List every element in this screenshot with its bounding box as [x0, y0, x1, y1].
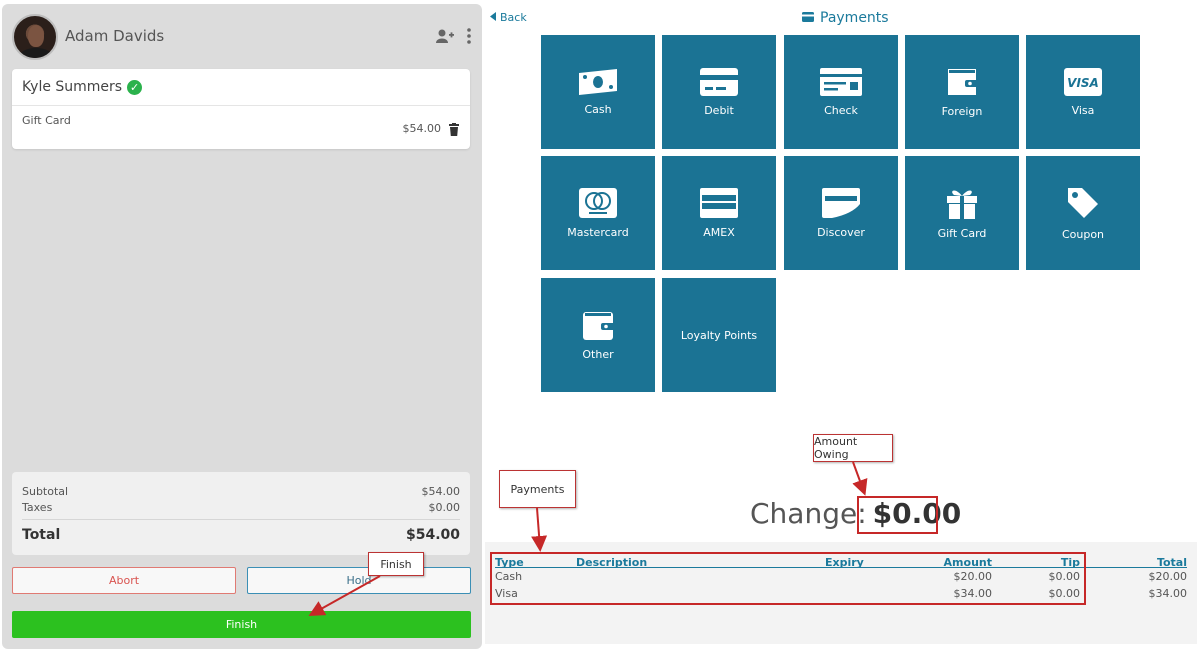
back-link[interactable]: Back — [490, 11, 527, 24]
payment-tile-label: Discover — [817, 225, 865, 239]
annotation-amount-owing: Amount Owing — [813, 434, 893, 462]
cell-total: $34.00 — [1148, 587, 1188, 600]
visa-icon: VISA — [1064, 67, 1102, 96]
caret-left-icon — [490, 11, 496, 24]
debit-card-icon — [700, 67, 738, 96]
payment-tile-loyalty-points[interactable]: Loyalty Points — [662, 278, 776, 392]
discover-icon — [822, 187, 860, 218]
payment-tile-debit[interactable]: Debit — [662, 35, 776, 149]
abort-button[interactable]: Abort — [12, 567, 236, 594]
customer-card: Kyle Summers ✓ Gift Card $54.00 — [12, 69, 470, 149]
subtotal-label: Subtotal — [22, 485, 69, 498]
payment-tile-label: Foreign — [941, 104, 983, 118]
money-icon — [579, 68, 617, 95]
add-user-icon[interactable] — [436, 28, 454, 48]
user-name: Adam Davids — [65, 27, 165, 45]
divider — [22, 519, 460, 520]
customer-name-row[interactable]: Kyle Summers ✓ — [22, 79, 143, 95]
annotation-highlight-change — [857, 496, 938, 534]
table-row[interactable]: Visa $34.00 $0.00 $34.00 — [495, 585, 1187, 602]
cell-total: $20.00 — [1148, 570, 1188, 583]
back-label: Back — [500, 11, 527, 24]
wallet-icon — [948, 68, 979, 95]
verified-check-icon: ✓ — [127, 79, 143, 95]
subtotal-value: $54.00 — [421, 485, 461, 498]
payment-tile-check[interactable]: Check — [784, 35, 898, 149]
payment-tile-foreign[interactable]: Foreign — [905, 35, 1019, 149]
divider — [12, 105, 470, 106]
annotation-arrow — [852, 461, 868, 496]
taxes-value: $0.00 — [428, 501, 461, 514]
line-item-price: $54.00 — [402, 122, 442, 135]
payment-tile-discover[interactable]: Discover — [784, 156, 898, 270]
avatar[interactable] — [12, 14, 58, 60]
payment-tile-label: AMEX — [703, 225, 735, 239]
cell-tip: $0.00 — [1048, 587, 1081, 600]
table-header: Type Description Expiry Amount Tip Total — [495, 554, 1187, 569]
tag-icon — [1068, 187, 1098, 218]
mastercard-icon — [579, 187, 617, 218]
change-label: Change: — [750, 497, 867, 530]
trash-icon[interactable] — [448, 121, 460, 136]
page-title: Payments — [802, 10, 889, 26]
taxes-label: Taxes — [22, 501, 53, 514]
more-options-icon[interactable] — [466, 28, 472, 48]
cell-amount: $34.00 — [953, 587, 993, 600]
credit-card-icon — [802, 10, 814, 26]
cell-type: Cash — [495, 570, 523, 583]
payment-tile-mastercard[interactable]: Mastercard — [541, 156, 655, 270]
payment-tile-visa[interactable]: VISA Visa — [1026, 35, 1140, 149]
cell-tip: $0.00 — [1048, 570, 1081, 583]
customer-name: Kyle Summers — [22, 79, 123, 95]
table-row[interactable]: Cash $20.00 $0.00 $20.00 — [495, 568, 1187, 585]
payment-tile-label: Gift Card — [937, 226, 987, 240]
cell-type: Visa — [495, 587, 518, 600]
amex-icon — [700, 187, 738, 218]
payment-tile-label: Coupon — [1061, 227, 1105, 241]
order-header: Adam Davids — [12, 14, 472, 60]
payment-tile-label: Visa — [1071, 103, 1095, 117]
wallet-icon — [583, 311, 615, 340]
total-value: $54.00 — [405, 527, 460, 543]
hold-button[interactable]: Hold — [247, 567, 471, 594]
svg-text:VISA: VISA — [1067, 76, 1099, 90]
gift-icon — [947, 190, 977, 219]
payment-tile-cash[interactable]: Cash — [541, 35, 655, 149]
payment-tile-other[interactable]: Other — [541, 278, 655, 392]
payments-table-area: Type Description Expiry Amount Tip Total… — [485, 542, 1197, 644]
payment-tile-label: Cash — [584, 102, 612, 116]
payment-tile-label: Loyalty Points — [680, 328, 758, 342]
page-title-text: Payments — [820, 10, 889, 26]
check-icon — [820, 67, 862, 96]
payments-table: Type Description Expiry Amount Tip Total… — [495, 554, 1187, 602]
total-label: Total — [22, 527, 61, 543]
payment-tile-label: Debit — [704, 103, 734, 117]
payment-tile-amex[interactable]: AMEX — [662, 156, 776, 270]
payment-tile-gift-card[interactable]: Gift Card — [905, 156, 1019, 270]
finish-button[interactable]: Finish — [12, 611, 471, 638]
payment-tile-label: Mastercard — [567, 225, 629, 239]
cell-amount: $20.00 — [953, 570, 993, 583]
line-item-name: Gift Card — [22, 114, 71, 127]
payment-tile-label: Check — [824, 103, 858, 117]
payment-tile-label: Other — [582, 347, 614, 361]
payment-tile-coupon[interactable]: Coupon — [1026, 156, 1140, 270]
annotation-payments: Payments — [499, 470, 576, 508]
annotation-finish: Finish — [368, 552, 424, 576]
totals-panel: Subtotal $54.00 Taxes $0.00 Total $54.00 — [12, 472, 470, 555]
